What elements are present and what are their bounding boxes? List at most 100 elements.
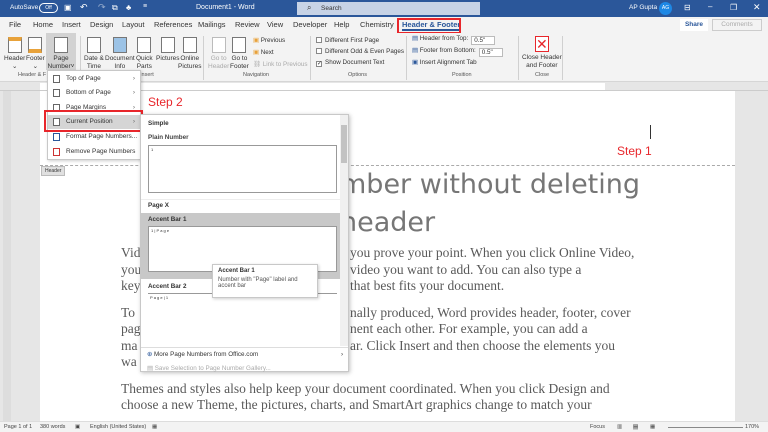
undo-icon[interactable]: ↶: [80, 2, 88, 13]
globe-icon: ⊕: [147, 351, 153, 358]
zoom-slider[interactable]: [668, 427, 743, 428]
menu-item-bottom-of-page[interactable]: Bottom of Page ›: [48, 86, 140, 100]
group-label-navigation: Navigation: [243, 72, 269, 78]
tab-view[interactable]: View: [267, 20, 283, 29]
close-icon[interactable]: ✕: [753, 2, 761, 13]
user-name[interactable]: AP Gupta: [629, 4, 657, 11]
search-box[interactable]: ⌕ Search: [297, 2, 480, 15]
gallery-scrollbar[interactable]: [340, 115, 348, 346]
paragraph-fragment: Vid: [121, 245, 141, 260]
previous-button[interactable]: ▣ Previous: [253, 37, 285, 44]
text-cursor: [650, 125, 651, 139]
avatar[interactable]: AG: [659, 2, 672, 15]
header-from-top-field[interactable]: ▤ Header from Top: 0.5": [412, 35, 496, 45]
web-layout-icon[interactable]: ▦: [650, 424, 655, 430]
search-placeholder: Search: [321, 5, 342, 12]
vertical-ruler[interactable]: [3, 91, 11, 421]
zoom-level[interactable]: 170%: [745, 424, 759, 430]
print-layout-icon[interactable]: ▤: [633, 424, 639, 430]
proofing-icon[interactable]: ▣: [75, 424, 80, 430]
gallery-item-plain-number[interactable]: 1: [148, 145, 337, 193]
tab-review[interactable]: Review: [235, 20, 260, 29]
focus-button[interactable]: Focus: [590, 424, 605, 430]
paragraph-fragment: nent each other. For example, you can ad…: [350, 321, 588, 336]
paragraph-fragment: that best fits your document.: [350, 278, 505, 293]
quick-parts-icon: [137, 37, 152, 53]
share-button[interactable]: Share: [680, 19, 708, 31]
tooltip-title: Accent Bar 1: [218, 268, 255, 274]
next-button[interactable]: ▣ Next: [253, 49, 274, 56]
pictures-icon: [160, 37, 175, 53]
link-icon: ⛓: [253, 61, 261, 68]
tab-chemistry[interactable]: Chemistry: [360, 20, 394, 29]
save-icon[interactable]: ▣: [64, 3, 72, 12]
group-label-options: Options: [348, 72, 367, 78]
menu-item-top-of-page[interactable]: Top of Page ›: [48, 72, 140, 86]
paragraph-fragment: video you want to add. You can also type…: [350, 262, 582, 277]
link-to-previous-button[interactable]: ⛓ Link to Previous: [253, 60, 308, 68]
document-info-icon: [112, 37, 127, 53]
gallery-item-title: Plain Number: [148, 134, 189, 141]
insert-alignment-tab-button[interactable]: ▣ Insert Alignment Tab: [412, 59, 477, 66]
ribbon-display-icon[interactable]: ⊟: [684, 3, 691, 12]
footer-from-bottom-field[interactable]: ▤ Footer from Bottom: 0.5": [412, 47, 503, 57]
autosave-toggle[interactable]: Off: [39, 3, 58, 13]
restore-icon[interactable]: ❐: [730, 3, 737, 12]
tooltip: Accent Bar 1 Number with "Page" label an…: [212, 264, 318, 298]
save-selection-item[interactable]: ▤ Save Selection to Page Number Gallery.…: [147, 365, 271, 372]
remove-icon: [53, 148, 60, 156]
customize-qat-icon[interactable]: ≡: [143, 3, 147, 10]
menu-item-format-page-numbers[interactable]: Format Page Numbers...: [48, 130, 140, 144]
paragraph-fragment: wa: [121, 354, 137, 369]
different-first-page-checkbox[interactable]: Different First Page: [316, 37, 379, 44]
word-count[interactable]: 380 words: [40, 424, 65, 430]
header-button[interactable]: Header ⌄: [4, 37, 25, 71]
read-mode-icon[interactable]: ▥: [617, 424, 622, 430]
paragraph-fragment: key: [121, 278, 141, 293]
page-count[interactable]: Page 1 of 1: [4, 424, 32, 430]
date-time-button[interactable]: Date & Time: [84, 37, 104, 71]
paragraph-fragment: you: [121, 262, 142, 277]
different-odd-even-checkbox[interactable]: Different Odd & Even Pages: [316, 48, 404, 55]
gallery-item-title: Accent Bar 1: [148, 216, 187, 223]
show-document-text-checkbox[interactable]: ✓ Show Document Text: [316, 59, 384, 67]
go-to-header-button[interactable]: Go to Header: [208, 37, 229, 71]
tooltip-description: Number with "Page" label and accent bar: [218, 277, 298, 289]
page-number-button[interactable]: Page Number˅: [46, 33, 76, 70]
gallery-item-accent-bar-2[interactable]: P a g e | 1: [148, 293, 337, 343]
tab-layout[interactable]: Layout: [122, 20, 145, 29]
comments-button[interactable]: Comments: [712, 19, 762, 31]
redo-icon[interactable]: ↷: [98, 2, 106, 13]
pictures-button[interactable]: Pictures: [156, 37, 179, 63]
tab-insert[interactable]: Insert: [62, 20, 81, 29]
minimize-icon[interactable]: –: [708, 2, 712, 11]
language[interactable]: English (United States): [90, 424, 146, 430]
tab-design[interactable]: Design: [90, 20, 113, 29]
more-page-numbers-item[interactable]: ⊕ More Page Numbers from Office.com ›: [147, 351, 343, 358]
save-gallery-icon: ▤: [147, 365, 153, 372]
close-header-footer-button[interactable]: ✕ Close Header and Footer: [522, 36, 562, 70]
status-bar: Page 1 of 1 380 words ▣ English (United …: [0, 421, 768, 432]
paragraph-fragment: you prove your point. When you click Onl…: [350, 245, 635, 260]
document-info-button[interactable]: Document Info: [105, 37, 135, 71]
tab-mailings[interactable]: Mailings: [198, 20, 226, 29]
tab-developer[interactable]: Developer: [293, 20, 327, 29]
footer-button[interactable]: Footer ⌄: [26, 37, 45, 71]
quick-parts-button[interactable]: Quick Parts: [136, 37, 153, 71]
go-to-footer-button[interactable]: Go to Footer: [230, 37, 249, 71]
tree-icon[interactable]: ♣: [126, 3, 131, 12]
accessibility-icon[interactable]: ▦: [152, 424, 157, 430]
tab-home[interactable]: Home: [33, 20, 53, 29]
online-pictures-button[interactable]: Online Pictures: [178, 37, 201, 71]
tab-references[interactable]: References: [154, 20, 192, 29]
heading-line-2: header: [340, 207, 436, 238]
autosave-label: AutoSave: [10, 4, 39, 11]
group-label-insert: Insert: [140, 72, 154, 78]
ribbon-tabs: File Home Insert Design Layout Reference…: [0, 17, 768, 34]
search-icon: ⌕: [307, 3, 312, 12]
step-2-label: Step 2: [148, 95, 183, 109]
tab-help[interactable]: Help: [334, 20, 349, 29]
copy-icon[interactable]: ⧉: [112, 3, 118, 13]
tab-file[interactable]: File: [9, 20, 21, 29]
menu-item-remove-page-numbers[interactable]: Remove Page Numbers: [48, 145, 140, 159]
